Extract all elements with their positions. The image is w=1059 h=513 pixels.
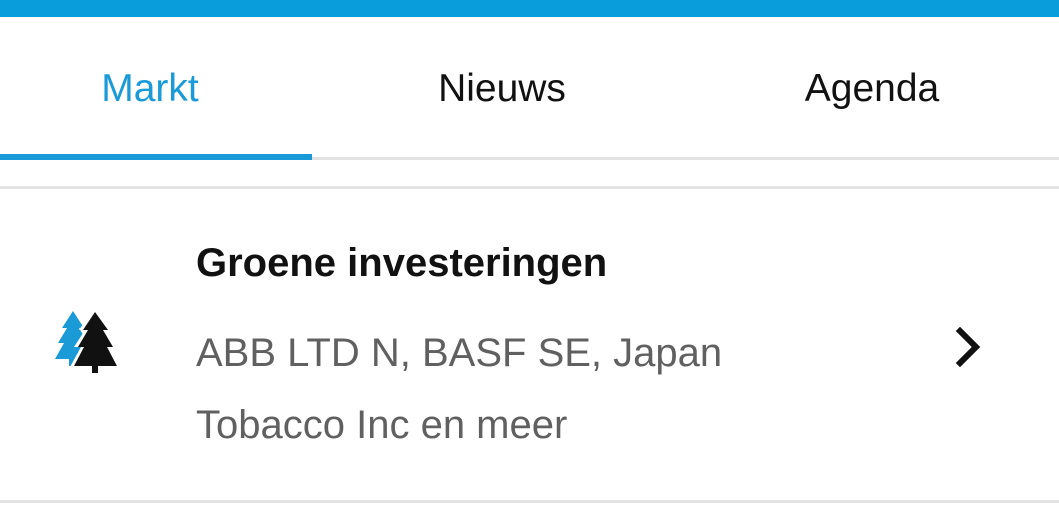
active-tab-indicator xyxy=(0,154,312,160)
list-item-subtitle: ABB LTD N, BASF SE, Japan Tobacco Inc en… xyxy=(196,331,723,447)
list-item-title: Groene investeringen xyxy=(196,241,608,285)
tab-markt[interactable]: Markt xyxy=(0,17,300,161)
tab-bar: Markt Nieuws Agenda xyxy=(0,17,1059,161)
chevron-right-icon xyxy=(952,326,986,368)
tab-agenda[interactable]: Agenda xyxy=(722,17,1022,161)
list-item-groene-investeringen[interactable]: Groene investeringen ABB LTD N, BASF SE,… xyxy=(0,189,1059,500)
green-investments-trees-icon xyxy=(55,311,119,373)
section-divider-bottom xyxy=(0,500,1059,503)
tab-bar-divider xyxy=(312,157,1059,160)
top-accent-bar xyxy=(0,0,1059,17)
tab-nieuws[interactable]: Nieuws xyxy=(352,17,652,161)
